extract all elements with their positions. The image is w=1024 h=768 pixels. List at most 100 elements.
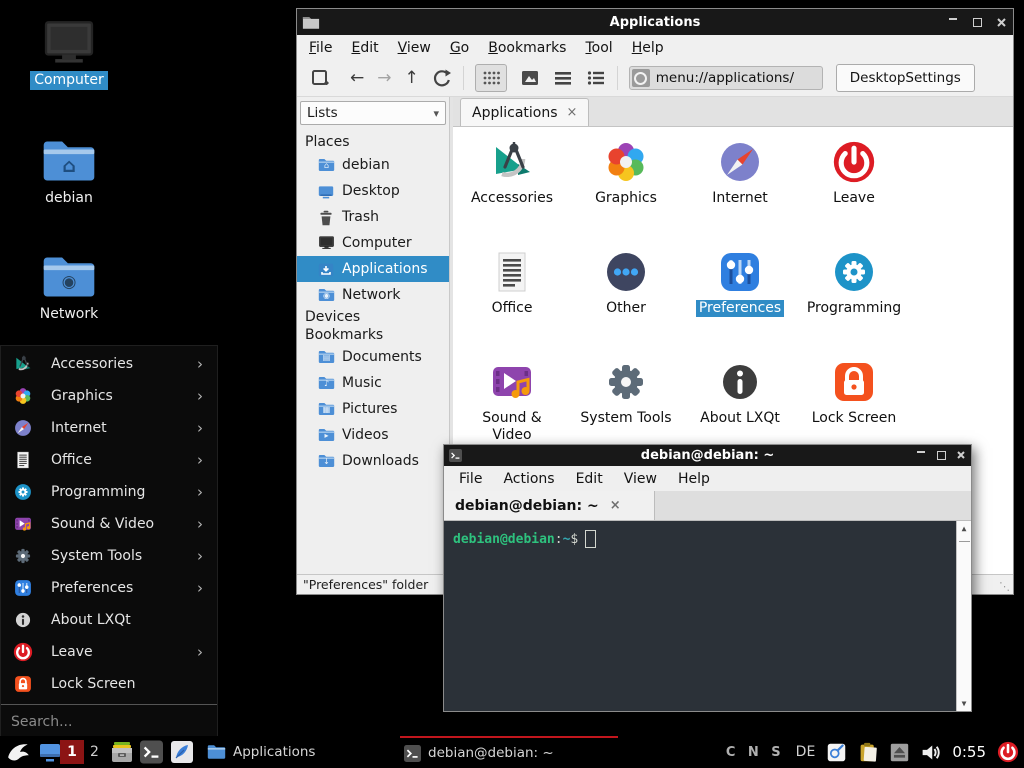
detailed-view-button[interactable]	[586, 68, 606, 88]
menu-edit[interactable]: Edit	[351, 40, 378, 56]
scroll-up-icon[interactable]: ▲	[962, 524, 967, 533]
app-item-label: Accessories	[468, 190, 556, 207]
task-button-terminal[interactable]: debian@debian: ~	[400, 736, 618, 768]
sidebar-item-desktop[interactable]: Desktop	[297, 178, 449, 204]
sidebar-item-downloads[interactable]: ↓ Downloads	[297, 448, 449, 474]
sidebar-item-debian[interactable]: ⌂ debian	[297, 152, 449, 178]
menu-search-input[interactable]	[1, 705, 217, 739]
file-manager-launcher[interactable]	[110, 740, 134, 764]
menu-tool[interactable]: Tool	[585, 40, 612, 56]
clipboard-tray-button[interactable]	[858, 742, 879, 763]
task-button-file-manager[interactable]: Applications	[203, 736, 319, 768]
keyboard-layout[interactable]: DE	[796, 744, 816, 760]
menu-actions[interactable]: Actions	[503, 471, 554, 487]
app-item-label: About LXQt	[697, 410, 783, 427]
menu-view[interactable]: View	[398, 40, 431, 56]
workspace-1-button[interactable]: 1	[60, 740, 84, 764]
terminal-scrollbar[interactable]: ▲ ▼	[956, 521, 971, 711]
app-item-leave[interactable]: Leave	[797, 131, 911, 241]
terminal-tab[interactable]: debian@debian: ~ ×	[444, 491, 655, 520]
menu-file[interactable]: File	[309, 40, 332, 56]
minimize-button[interactable]	[941, 18, 965, 20]
app-item-internet[interactable]: Internet	[683, 131, 797, 241]
desktop-icon-debian[interactable]: ⌂ debian	[21, 136, 117, 208]
desktop-icon-computer[interactable]: Computer	[21, 18, 117, 90]
menu-item-lock-screen[interactable]: Lock Screen	[1, 668, 217, 700]
close-button[interactable]	[989, 18, 1013, 27]
icon-view-button[interactable]	[475, 64, 507, 92]
screenshot-tray-button[interactable]	[826, 742, 847, 763]
tab-close-icon[interactable]: ×	[610, 498, 621, 513]
sidebar-mode-combo[interactable]: Lists ▾	[300, 101, 446, 125]
thumbnail-view-button[interactable]	[520, 68, 540, 88]
app-item-preferences[interactable]: Preferences	[683, 241, 797, 351]
sidebar-item-videos[interactable]: ▸ Videos	[297, 422, 449, 448]
compact-view-button[interactable]	[553, 68, 573, 88]
maximize-button[interactable]	[931, 451, 951, 460]
fm-titlebar[interactable]: Applications	[297, 9, 1013, 35]
menu-item-accessories[interactable]: Accessories ›	[1, 348, 217, 380]
keyboard-indicator[interactable]: C N S	[726, 745, 785, 760]
terminal-titlebar[interactable]: debian@debian: ~	[444, 445, 971, 466]
menu-item-about-lxqt[interactable]: About LXQt	[1, 604, 217, 636]
globe-glyph-icon: ◉	[21, 272, 117, 292]
menu-item-preferences[interactable]: Preferences ›	[1, 572, 217, 604]
menu-bookmarks[interactable]: Bookmarks	[488, 40, 566, 56]
volume-button[interactable]	[920, 742, 941, 763]
close-button[interactable]	[951, 451, 971, 459]
app-item-programming[interactable]: Programming	[797, 241, 911, 351]
minimize-button[interactable]	[911, 451, 931, 453]
sidebar-item-network[interactable]: ◉ Network	[297, 282, 449, 308]
sidebar-item-computer[interactable]: Computer	[297, 230, 449, 256]
address-input[interactable]	[654, 69, 822, 87]
menu-item-graphics[interactable]: Graphics ›	[1, 380, 217, 412]
menu-item-office[interactable]: Office ›	[1, 444, 217, 476]
location-icon	[632, 69, 650, 87]
sidebar-item-music[interactable]: ♪ Music	[297, 370, 449, 396]
forward-button[interactable]: →	[377, 70, 391, 87]
up-button[interactable]: ↑	[405, 70, 419, 87]
sidebar-item-applications[interactable]: Applications	[297, 256, 449, 282]
resize-grip[interactable]: ⋱	[999, 580, 1010, 593]
desktop-icon-network[interactable]: ◉ Network	[21, 252, 117, 324]
app-item-accessories[interactable]: Accessories	[455, 131, 569, 241]
desktop-settings-button[interactable]: DesktopSettings	[836, 64, 975, 92]
sidebar-item-pictures[interactable]: ▦ Pictures	[297, 396, 449, 422]
back-button[interactable]: ←	[350, 70, 364, 87]
terminal-screen[interactable]: debian@debian:~$ ▲ ▼	[444, 521, 971, 711]
menu-item-programming[interactable]: Programming ›	[1, 476, 217, 508]
menu-go[interactable]: Go	[450, 40, 469, 56]
menu-help[interactable]: Help	[678, 471, 710, 487]
removable-media-button[interactable]	[890, 743, 909, 762]
app-item-other[interactable]: Other	[569, 241, 683, 351]
sidebar-item-documents[interactable]: ▤ Documents	[297, 344, 449, 370]
menu-edit[interactable]: Edit	[576, 471, 603, 487]
menu-item-system-tools[interactable]: System Tools ›	[1, 540, 217, 572]
show-desktop-button[interactable]	[38, 740, 62, 764]
tab-applications[interactable]: Applications ×	[460, 98, 589, 126]
new-tab-button[interactable]	[305, 64, 337, 92]
tab-close-icon[interactable]: ×	[567, 105, 578, 120]
scrollbar-thumb[interactable]	[959, 541, 970, 552]
menu-view[interactable]: View	[624, 471, 657, 487]
app-item-graphics[interactable]: Graphics	[569, 131, 683, 241]
address-bar[interactable]	[629, 66, 823, 90]
scroll-down-icon[interactable]: ▼	[962, 699, 967, 708]
menu-item-internet[interactable]: Internet ›	[1, 412, 217, 444]
menu-item-sound-video[interactable]: Sound & Video ›	[1, 508, 217, 540]
app-item-office[interactable]: Office	[455, 241, 569, 351]
menu-help[interactable]: Help	[632, 40, 664, 56]
maximize-button[interactable]	[965, 18, 989, 27]
sidebar-item-trash[interactable]: Trash	[297, 204, 449, 230]
workspace-2-button[interactable]: 2	[90, 744, 99, 760]
menu-file[interactable]: File	[459, 471, 482, 487]
featherpad-launcher[interactable]	[170, 740, 194, 764]
clock[interactable]: 0:55	[952, 743, 986, 761]
main-menu-button[interactable]	[6, 739, 32, 765]
power-button[interactable]	[997, 741, 1019, 763]
terminal-menubar: File Actions Edit View Help	[444, 466, 971, 491]
reload-button[interactable]	[432, 68, 452, 88]
office-icon	[13, 450, 33, 470]
terminal-launcher[interactable]	[140, 741, 163, 764]
menu-item-leave[interactable]: Leave ›	[1, 636, 217, 668]
